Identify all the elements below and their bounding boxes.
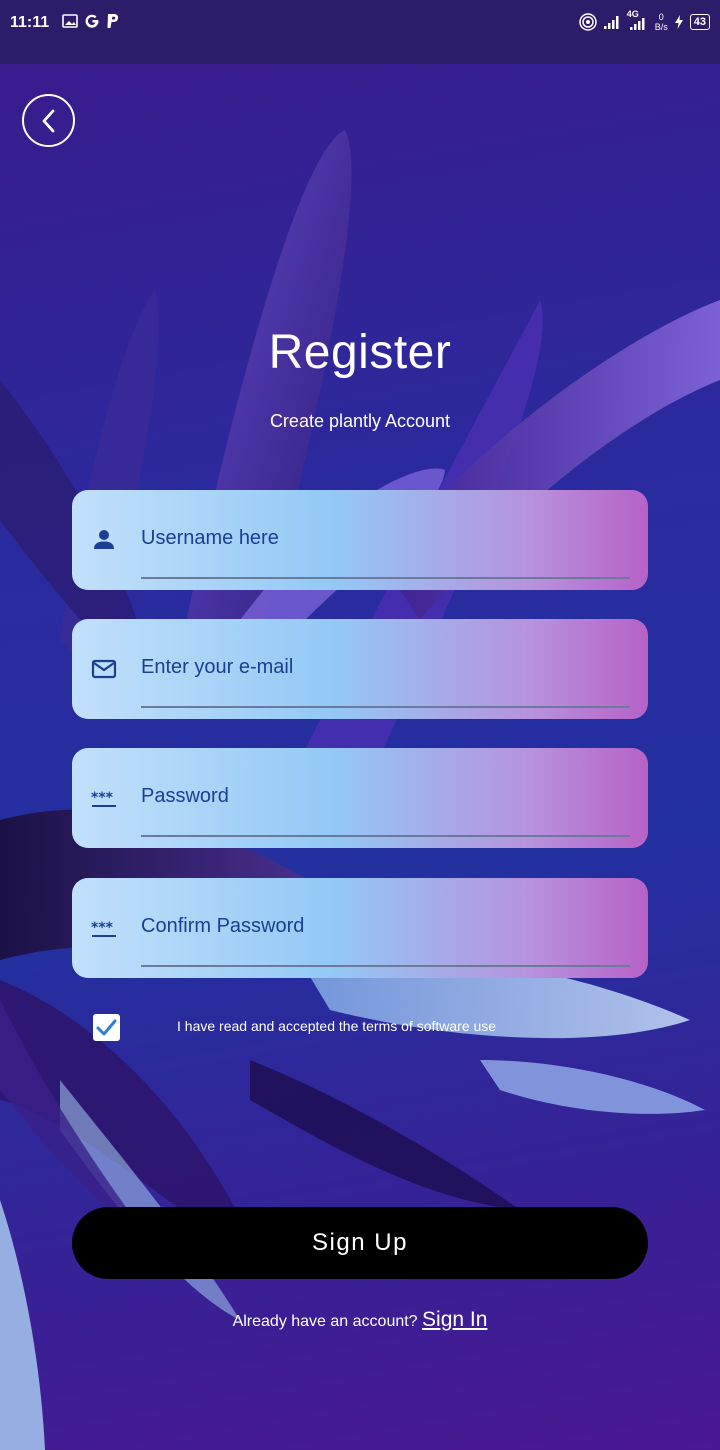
confirm-password-underline — [141, 965, 630, 967]
status-bar: 11:11 4G 0 B/s 43 — [0, 0, 720, 64]
email-field[interactable]: Enter your e-mail — [72, 619, 648, 719]
status-time: 11:11 — [10, 14, 50, 31]
net-speed: 0 B/s — [654, 12, 668, 32]
signin-question: Already have an account? — [232, 1313, 418, 1330]
notification-icons — [62, 13, 120, 29]
page-title: Register — [268, 326, 452, 379]
confirm-password-field[interactable]: *** Confirm Password — [72, 878, 648, 978]
google-icon — [85, 14, 99, 28]
email-input[interactable]: Enter your e-mail — [141, 656, 293, 679]
check-icon — [96, 1019, 117, 1036]
password-icon: *** — [91, 920, 116, 937]
hotspot-icon — [578, 13, 597, 31]
password-underline — [141, 835, 630, 837]
svg-text:***: *** — [91, 920, 114, 936]
password-icon: *** — [91, 790, 116, 807]
back-button[interactable] — [22, 94, 75, 147]
username-input[interactable]: Username here — [141, 527, 279, 550]
charging-icon — [674, 15, 683, 29]
gallery-icon — [62, 14, 78, 28]
page-subtitle: Create plantly Account — [269, 411, 451, 431]
password-field[interactable]: *** Password — [72, 748, 648, 848]
person-icon — [94, 530, 114, 549]
email-underline — [141, 706, 630, 708]
chevron-left-icon — [42, 109, 54, 132]
status-right-icons: 4G 0 B/s 43 — [578, 9, 710, 32]
register-screen: 11:11 4G 0 B/s 43 Register Create plantl… — [0, 0, 720, 1450]
signin-link[interactable]: Sign In — [422, 1308, 487, 1331]
mail-icon — [91, 659, 117, 679]
battery-level: 43 — [689, 14, 710, 30]
username-field[interactable]: Username here — [72, 490, 648, 590]
terms-label: I have read and accepted the terms of so… — [177, 1018, 497, 1034]
signal-icon — [603, 16, 619, 29]
username-underline — [141, 577, 630, 579]
signal-4g-icon: 4G — [627, 9, 649, 31]
paypal-icon — [107, 14, 119, 28]
svg-text:***: *** — [91, 790, 114, 806]
signup-button[interactable]: Sign Up — [72, 1207, 648, 1279]
signin-prompt: Already have an account? Sign In — [0, 1308, 720, 1332]
password-input[interactable]: Password — [141, 785, 229, 808]
confirm-password-input[interactable]: Confirm Password — [141, 915, 304, 938]
terms-checkbox[interactable] — [93, 1014, 120, 1041]
